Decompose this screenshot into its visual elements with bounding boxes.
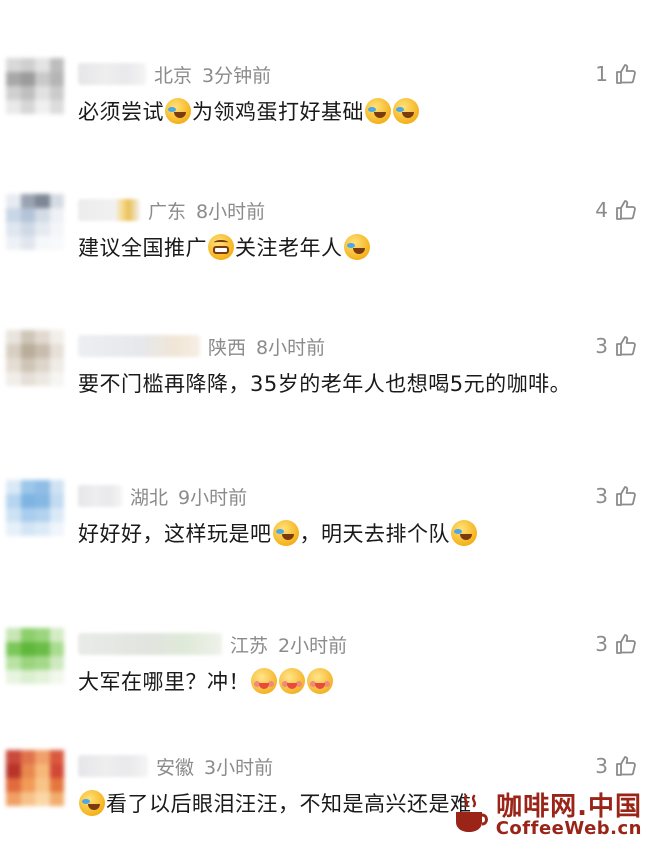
comment-time: 3小时前: [204, 756, 274, 779]
like-button[interactable]: 3: [595, 628, 638, 660]
watermark-en: CoffeeWeb.cn: [495, 818, 642, 839]
like-count: 3: [595, 334, 608, 358]
username-blurred[interactable]: [78, 335, 200, 357]
blush-emoji-icon: [279, 668, 305, 694]
comment-location: 湖北: [130, 486, 169, 509]
thumbs-up-icon: [616, 336, 636, 356]
laugh-emoji-icon: [393, 98, 419, 124]
comment-text: 看了以后眼泪汪汪，不知是高兴还是难: [78, 788, 472, 818]
like-count: 3: [595, 484, 608, 508]
comment-meta: 广东 8小时前: [78, 194, 265, 226]
laugh-emoji-icon: [272, 520, 299, 546]
comment-text: 好好好，这样玩是吧 ，明天去排个队: [78, 518, 478, 548]
comment-meta: 江苏 2小时前: [78, 628, 347, 660]
watermark: 咖啡网.中国 CoffeeWeb.cn: [452, 786, 642, 846]
comment-text: 大军在哪里？冲！: [78, 666, 334, 696]
comment-time: 8小时前: [196, 200, 266, 223]
username-blurred[interactable]: [78, 485, 122, 507]
username-blurred[interactable]: [78, 755, 148, 777]
comment-text-segment: ，明天去排个队: [299, 522, 450, 546]
comment-time: 3分钟前: [202, 64, 272, 87]
like-count: 3: [595, 754, 608, 778]
avatar[interactable]: [6, 750, 64, 806]
comment-location: 安徽: [156, 756, 195, 779]
comment-location: 江苏: [230, 634, 269, 657]
comment-meta: 安徽 3小时前: [78, 750, 273, 782]
comment-time: 8小时前: [256, 336, 326, 359]
laugh-emoji-icon: [451, 520, 477, 546]
comment-text-segment: 必须尝试: [78, 100, 164, 124]
avatar[interactable]: [6, 628, 64, 684]
like-count: 1: [595, 62, 608, 86]
comment-text-segment: 大军在哪里？冲！: [78, 670, 250, 694]
comment-text: 建议全国推广 关注老年人: [78, 232, 371, 262]
laugh-emoji-icon: [165, 98, 191, 124]
like-button[interactable]: 3: [595, 330, 638, 362]
comment-text-segment: 为领鸡蛋打好基础: [192, 100, 364, 124]
username-blurred[interactable]: [78, 63, 146, 85]
laugh-emoji-icon: [79, 790, 105, 816]
coffee-cup-icon: [456, 794, 488, 832]
comment-meta: 陕西 8小时前: [78, 330, 325, 362]
like-button[interactable]: 4: [595, 194, 638, 226]
comment-meta: 北京 3分钟前: [78, 58, 271, 90]
comment-text-segment: 建议全国推广: [78, 236, 207, 260]
thumbs-up-icon: [616, 756, 636, 776]
comment-location: 陕西: [208, 336, 247, 359]
comment-location: 广东: [148, 200, 187, 223]
grin-emoji-icon: [208, 234, 234, 260]
comment-text: 要不门槛再降降，35岁的老年人也想喝5元的咖啡。: [78, 368, 571, 398]
avatar[interactable]: [6, 480, 64, 536]
comment-meta: 湖北 9小时前: [78, 480, 247, 512]
like-button[interactable]: 3: [595, 750, 638, 782]
comment-text: 必须尝试 为领鸡蛋打好基础: [78, 96, 420, 126]
like-count: 3: [595, 632, 608, 656]
comment-time: 2小时前: [278, 634, 348, 657]
like-count: 4: [595, 198, 608, 222]
laugh-emoji-icon: [343, 234, 370, 260]
avatar[interactable]: [6, 58, 64, 114]
thumbs-up-icon: [616, 486, 636, 506]
thumbs-up-icon: [616, 64, 636, 84]
laugh-emoji-icon: [365, 98, 391, 124]
like-button[interactable]: 1: [595, 58, 638, 90]
username-blurred[interactable]: [78, 199, 140, 221]
blush-emoji-icon: [251, 668, 277, 694]
comment-location: 北京: [154, 64, 193, 87]
comment-text-segment: 看了以后眼泪汪汪，不知是高兴还是难: [106, 792, 472, 816]
thumbs-up-icon: [616, 634, 636, 654]
blush-emoji-icon: [307, 668, 333, 694]
comment-text-segment: 关注老年人: [235, 236, 343, 260]
avatar[interactable]: [6, 330, 64, 386]
comment-text-segment: 要不门槛再降降，35岁的老年人也想喝5元的咖啡。: [78, 372, 572, 396]
comment-text-segment: 好好好，这样玩是吧: [78, 522, 272, 546]
thumbs-up-icon: [616, 200, 636, 220]
username-blurred[interactable]: [78, 633, 222, 655]
comment-time: 9小时前: [178, 486, 248, 509]
like-button[interactable]: 3: [595, 480, 638, 512]
avatar[interactable]: [6, 194, 64, 250]
